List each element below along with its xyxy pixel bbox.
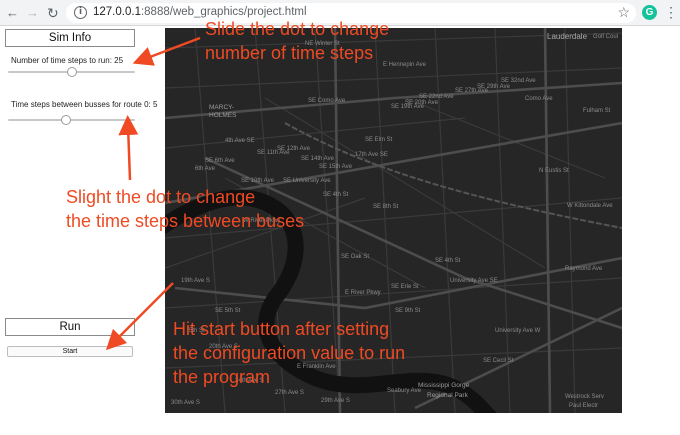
map-label-se-6th-ave: SE 6th Ave xyxy=(205,158,235,164)
reload-icon[interactable]: ↻ xyxy=(47,4,59,22)
map-label-eustis: N Eustis St xyxy=(539,168,569,174)
steps-slider-label: Number of time steps to run: 25 xyxy=(11,56,124,65)
map-label-elm: SE Elm St xyxy=(365,137,393,143)
grammarly-extension-icon[interactable]: G xyxy=(642,5,657,20)
map-label-kittondale: W Kittondale Ave xyxy=(567,203,613,209)
sim-info-header: Sim Info xyxy=(5,29,135,47)
annotation-start: Hit start button after setting the confi… xyxy=(173,317,405,389)
bus-interval-slider-label: Time steps between busses for route 0: 5 xyxy=(11,100,158,109)
map-label-15th-ave: SE 15th Ave xyxy=(319,164,352,170)
map-label-westrock: Westrock Serv xyxy=(565,394,604,400)
map-label-4th: SE 4th St xyxy=(323,192,349,198)
map-label-6th-ave: 6th Ave xyxy=(195,166,215,172)
map-label-holmes: HOLMES xyxy=(209,112,237,119)
map-label-32nd-ave: SE 32nd Ave xyxy=(501,78,536,84)
annotation-start-line1: Hit start button after setting xyxy=(173,319,390,339)
map-label-22nd-ave: SE 22nd Ave xyxy=(419,94,454,100)
map-label-27th-ave-s: 27th Ave S xyxy=(275,390,304,396)
map-label-30th-ave-s: 30th Ave S xyxy=(171,400,200,406)
steps-slider[interactable] xyxy=(8,67,135,77)
map-label-raymond: Raymond Ave xyxy=(565,266,603,272)
back-arrow-icon[interactable]: ← xyxy=(6,4,19,22)
annotation-slider2-line2: the time steps between buses xyxy=(66,211,305,231)
map-label-cecil: SE Cecil St xyxy=(483,358,514,364)
map-label-4th-ave: 4th Ave SE xyxy=(225,138,255,144)
map-label-10th-ave: SE 10th Ave xyxy=(241,178,274,184)
map-label-17th-ave: 17th Ave SE xyxy=(355,152,388,158)
url-host: 127.0.0.1 xyxy=(93,6,141,18)
map-label-marcy: MARCY- xyxy=(209,104,235,111)
annotation-arrow-slider2 xyxy=(118,115,139,181)
map-label-8th: SE 8th St xyxy=(373,204,399,210)
map-label-fulham: Fulham St xyxy=(583,108,611,114)
map-label-29th-ave-s: 29th Ave S xyxy=(321,398,350,404)
map-label-erie: SE Erie St xyxy=(391,284,419,290)
map-label-lauderdale: Lauderdale xyxy=(547,32,588,41)
map-label-4th-b: SE 4th St xyxy=(435,258,461,264)
map-label-regional: Regional Park xyxy=(427,392,468,399)
map-label-mississippi: Mississippi Gorge xyxy=(418,382,470,389)
map-label-29th-ave: SE 29th Ave xyxy=(477,84,510,90)
site-info-icon[interactable]: i xyxy=(74,6,87,19)
map-label-university-se: University Ave SE xyxy=(450,278,498,284)
map-label-university: SE University Ave xyxy=(283,178,331,184)
map-label-como: SE Como Ave xyxy=(308,98,346,104)
map-label-university-w: University Ave W xyxy=(495,328,541,334)
bus-interval-slider[interactable] xyxy=(8,115,135,125)
map-label-paul: Paul Electr xyxy=(569,403,599,409)
map-label-5th: SE 5th St xyxy=(215,308,241,314)
map-label-golf: Golf Coul xyxy=(593,34,619,40)
map-label-oak: SE Oak St xyxy=(341,254,370,260)
bookmark-star-icon[interactable]: ☆ xyxy=(617,4,630,21)
bus-interval-slider-track[interactable] xyxy=(8,119,135,121)
annotation-slider2: Slight the dot to change the time steps … xyxy=(66,185,304,233)
annotation-slider1-line2: number of time steps xyxy=(205,43,374,63)
map-label-12th-ave: SE 12th Ave xyxy=(277,146,310,152)
map-label-19th-ave-s: 19th Ave S xyxy=(181,278,210,284)
map-label-e-river: E River Pkwy xyxy=(345,290,381,296)
map-label-9th: SE 9th St xyxy=(395,308,421,314)
map-label-20th-ave: SE 20th Ave xyxy=(405,100,438,106)
start-button[interactable]: Start xyxy=(7,346,133,357)
run-header: Run xyxy=(5,318,135,336)
browser-menu-icon[interactable]: ⋮ xyxy=(664,4,678,20)
annotation-slider1: Slide the dot to change number of time s… xyxy=(205,17,389,65)
annotation-slider2-line1: Slight the dot to change xyxy=(66,187,256,207)
annotation-start-line3: the program xyxy=(173,367,271,387)
bus-interval-slider-knob[interactable] xyxy=(61,115,71,125)
steps-slider-knob[interactable] xyxy=(67,67,77,77)
forward-arrow-icon[interactable]: → xyxy=(26,4,39,22)
map-label-14th-ave: SE 14th Ave xyxy=(301,156,334,162)
map-label-hennepin: E Hennepin Ave xyxy=(383,62,426,68)
map-label-como2: Como Ave xyxy=(525,96,553,102)
annotation-start-line2: the configuration value to run xyxy=(173,343,406,363)
annotation-slider1-line1: Slide the dot to change xyxy=(205,19,390,39)
